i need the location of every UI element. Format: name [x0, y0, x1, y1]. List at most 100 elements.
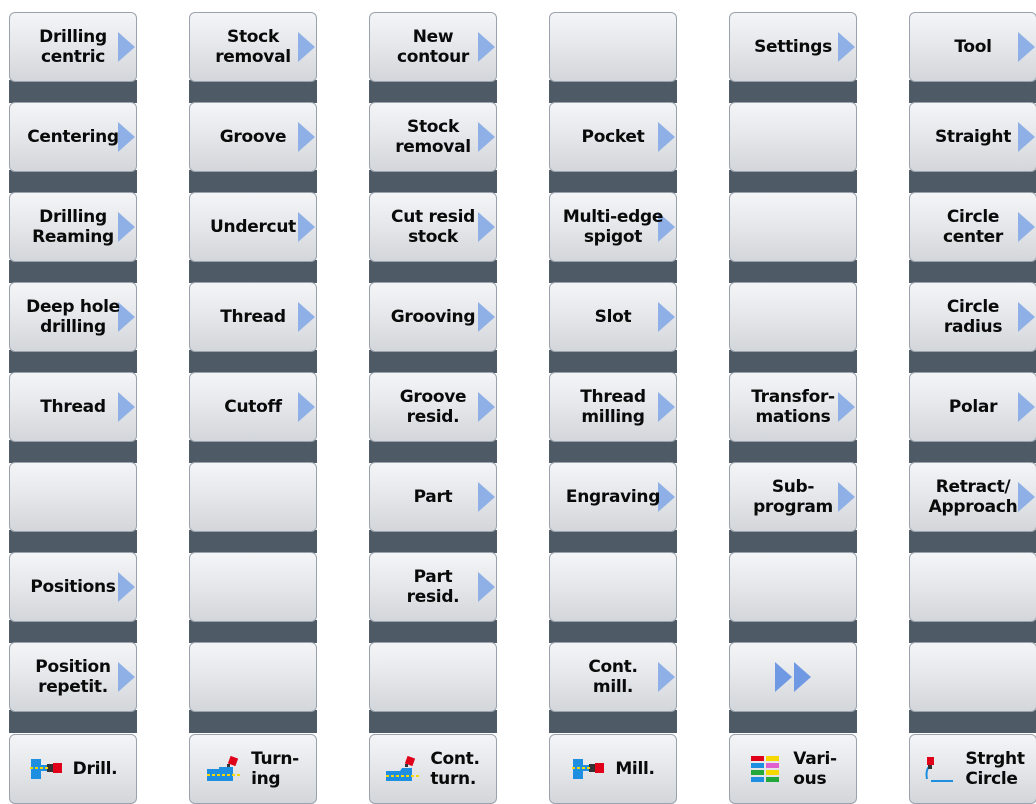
arrow-right-icon	[298, 392, 315, 422]
arrow-right-icon	[1018, 392, 1035, 422]
softkey-straight-circle-polar[interactable]: Polar	[909, 372, 1036, 442]
softkey-straight-circle-tool[interactable]: Tool	[909, 12, 1036, 82]
softkey-contour-turning-new-contour[interactable]: New contour	[369, 12, 497, 82]
softkey-drill-positions[interactable]: Positions	[9, 552, 137, 622]
softkey-turning-undercut[interactable]: Undercut	[189, 192, 317, 262]
softkey-turning-empty[interactable]	[189, 462, 317, 532]
softkey-various-empty[interactable]	[729, 552, 857, 622]
softkey-contour-turning-part[interactable]: Part	[369, 462, 497, 532]
softkey-milling-multi-edge-spigot[interactable]: Multi-edge spigot	[549, 192, 677, 262]
softkey-label: Thread milling	[580, 387, 646, 427]
hardkey-drill[interactable]: Drill.	[9, 734, 137, 804]
softkey-label: Cut resid stock	[391, 207, 475, 247]
softkey-milling-empty[interactable]	[549, 552, 677, 622]
various-icon	[749, 755, 783, 783]
separator-band	[9, 80, 137, 103]
softkey-various-empty[interactable]	[729, 102, 857, 172]
softkey-label: Position repetit.	[35, 657, 111, 697]
arrow-right-icon	[298, 122, 315, 152]
softkey-drill-deep-hole-drilling[interactable]: Deep hole drilling	[9, 282, 137, 352]
softkey-label: Positions	[30, 577, 116, 597]
softkey-various-sub-program[interactable]: Sub- program	[729, 462, 857, 532]
hardkey-label: Cont. turn.	[430, 749, 480, 789]
hardkey-label: Vari- ous	[793, 749, 837, 789]
separator-band	[549, 350, 677, 373]
softkey-milling-cont-mill[interactable]: Cont. mill.	[549, 642, 677, 712]
softkey-contour-turning-grooving[interactable]: Grooving	[369, 282, 497, 352]
arrow-right-icon	[1018, 302, 1035, 332]
softkey-various-empty[interactable]	[729, 192, 857, 262]
softkey-drill-centering[interactable]: Centering	[9, 102, 137, 172]
softkey-column-milling: Pocket Multi-edge spigot Slot Thread millin…	[549, 0, 677, 804]
softkey-label: Slot	[594, 307, 632, 327]
arrow-right-icon	[1018, 212, 1035, 242]
softkey-turning-empty[interactable]	[189, 642, 317, 712]
separator-band	[189, 350, 317, 373]
softkey-contour-turning-stock-removal[interactable]: Stock removal	[369, 102, 497, 172]
arrow-right-icon	[658, 392, 675, 422]
softkey-drill-drilling-centric[interactable]: Drilling centric	[9, 12, 137, 82]
separator-band	[909, 260, 1036, 283]
softkey-milling-slot[interactable]: Slot	[549, 282, 677, 352]
softkey-turning-stock-removal[interactable]: Stock removal	[189, 12, 317, 82]
softkey-turning-groove[interactable]: Groove	[189, 102, 317, 172]
softkey-milling-thread-milling[interactable]: Thread milling	[549, 372, 677, 442]
softkey-label: Sub- program	[753, 477, 833, 517]
separator-band	[729, 80, 857, 103]
hardkey-label: Drill.	[72, 759, 118, 779]
hardkey-turning[interactable]: Turn- ing	[189, 734, 317, 804]
softkey-straight-circle-empty[interactable]	[909, 552, 1036, 622]
arrow-right-icon	[1018, 482, 1035, 512]
arrow-right-icon	[658, 302, 675, 332]
softkey-contour-turning-cut-resid-stock[interactable]: Cut resid stock	[369, 192, 497, 262]
arrow-right-icon	[118, 302, 135, 332]
softkey-various-empty[interactable]	[729, 282, 857, 352]
softkey-straight-circle-circle-radius[interactable]: Circle radius	[909, 282, 1036, 352]
hardkey-label: Turn- ing	[251, 749, 299, 789]
separator-band	[729, 530, 857, 553]
softkey-straight-circle-retract-approach[interactable]: Retract/ Approach	[909, 462, 1036, 532]
softkey-straight-circle-empty[interactable]	[909, 642, 1036, 712]
softkey-label: Groove resid.	[399, 387, 467, 427]
softkey-milling-empty[interactable]	[549, 12, 677, 82]
softkey-drill-empty[interactable]	[9, 462, 137, 532]
hardkey-milling[interactable]: Mill.	[549, 734, 677, 804]
softkey-drill-thread[interactable]: Thread	[9, 372, 137, 442]
separator-band	[189, 620, 317, 643]
arrow-right-icon	[478, 392, 495, 422]
softkey-contour-turning-groove-resid[interactable]: Groove resid.	[369, 372, 497, 442]
hardkey-label: Strght Circle	[965, 749, 1025, 789]
softkey-drill-drilling-reaming[interactable]: Drilling Reaming	[9, 192, 137, 262]
softkey-contour-turning-empty[interactable]	[369, 642, 497, 712]
softkey-milling-pocket[interactable]: Pocket	[549, 102, 677, 172]
softkey-label: Polar	[948, 397, 998, 417]
softkey-milling-engraving[interactable]: Engraving	[549, 462, 677, 532]
softkey-straight-circle-circle-center[interactable]: Circle center	[909, 192, 1036, 262]
arrow-right-icon	[1018, 32, 1035, 62]
softkey-turning-thread[interactable]: Thread	[189, 282, 317, 352]
softkey-various-transfor-mations[interactable]: Transfor- mations	[729, 372, 857, 442]
softkey-turning-empty[interactable]	[189, 552, 317, 622]
separator-band	[549, 530, 677, 553]
contour-turning-icon	[386, 755, 421, 783]
hardkey-various[interactable]: Vari- ous	[729, 734, 857, 804]
softkey-various-settings[interactable]: Settings	[729, 12, 857, 82]
softkey-contour-turning-part-resid[interactable]: Part resid.	[369, 552, 497, 622]
softkey-straight-circle-straight[interactable]: Straight	[909, 102, 1036, 172]
separator-band	[189, 710, 317, 733]
hardkey-straight-circle[interactable]: Strght Circle	[909, 734, 1036, 804]
separator-band	[189, 170, 317, 193]
separator-band	[369, 170, 497, 193]
hardkey-contour-turning[interactable]: Cont. turn.	[369, 734, 497, 804]
softkey-drill-position-repetit[interactable]: Position repetit.	[9, 642, 137, 712]
arrow-right-icon	[838, 392, 855, 422]
separator-band	[369, 710, 497, 733]
separator-band	[369, 530, 497, 553]
softkey-various-empty[interactable]	[729, 642, 857, 712]
separator-band	[9, 530, 137, 553]
separator-band	[909, 620, 1036, 643]
separator-band	[729, 170, 857, 193]
softkey-turning-cutoff[interactable]: Cutoff	[189, 372, 317, 442]
arrow-right-icon	[838, 32, 855, 62]
arrow-right-icon	[478, 32, 495, 62]
